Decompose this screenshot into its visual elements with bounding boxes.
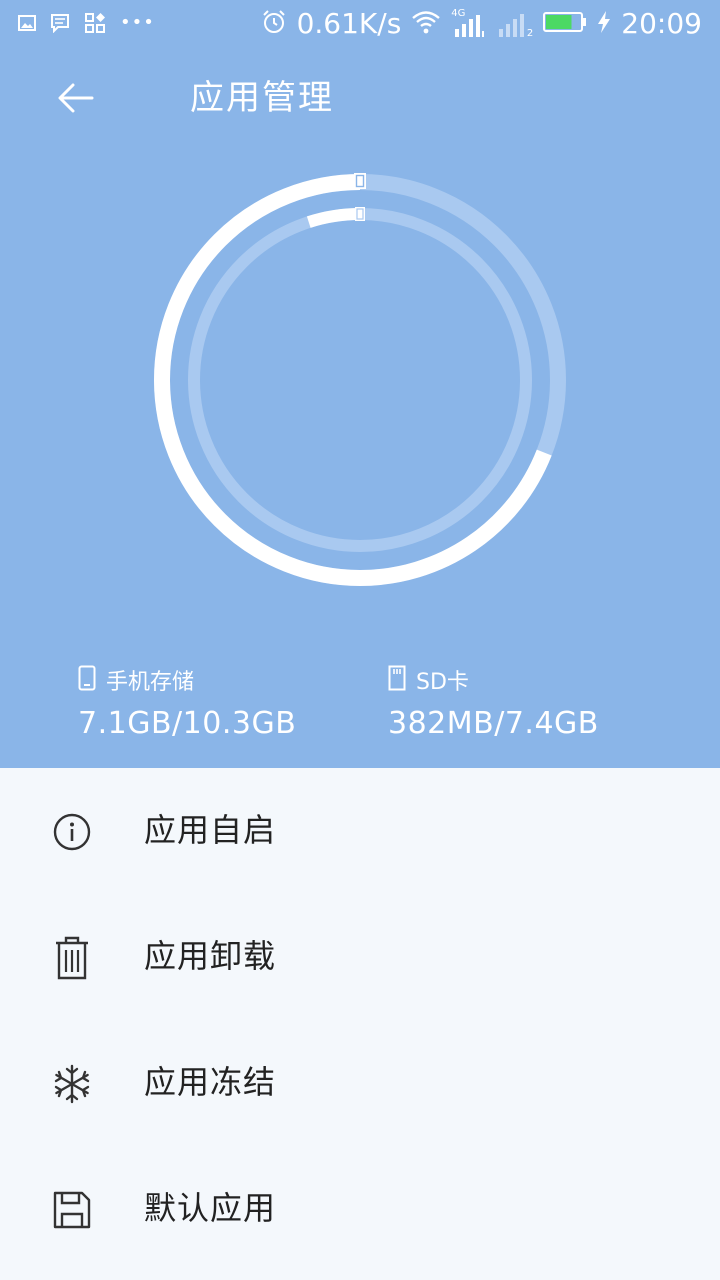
sd-storage-value: 382MB/7.4GB (388, 706, 599, 741)
phone-ring-marker-icon (354, 173, 366, 189)
phone-icon (78, 665, 96, 695)
battery-icon (543, 11, 587, 37)
status-bar: ••• 0.61K/s 4G 2 20:09 (0, 0, 720, 50)
menu-item-freeze[interactable]: 应用冻结 (0, 1020, 720, 1146)
image-notification-icon (18, 14, 36, 36)
snowflake-icon (50, 1062, 94, 1106)
menu-item-label: 应用冻结 (144, 1063, 277, 1101)
sd-storage-track (188, 208, 532, 552)
message-notification-icon (50, 13, 70, 37)
save-icon (50, 1188, 94, 1232)
menu-item-uninstall[interactable]: 应用卸载 (0, 894, 720, 1020)
arrow-left-icon (58, 83, 94, 113)
info-icon (50, 810, 94, 854)
phone-storage-info: 手机存储 7.1GB/10.3GB (78, 662, 296, 741)
sd-card-icon (388, 665, 406, 695)
sd-storage-label: SD卡 (416, 670, 469, 695)
phone-storage-value: 7.1GB/10.3GB (78, 706, 297, 741)
storage-ring-chart (150, 170, 570, 590)
back-button[interactable] (44, 66, 108, 130)
wifi-icon (411, 10, 441, 38)
status-notifications: ••• (18, 12, 155, 38)
trash-icon (50, 936, 94, 980)
header-panel: ••• 0.61K/s 4G 2 20:09 应用管理 手机存储 7.1GB/1… (0, 0, 720, 768)
menu-item-label: 应用卸载 (144, 937, 277, 975)
menu-item-default-apps[interactable]: 默认应用 (0, 1146, 720, 1272)
signal-sim2-icon: 2 (497, 9, 533, 39)
menu-item-label: 应用自启 (144, 811, 277, 849)
network-speed: 0.61K/s (296, 7, 402, 40)
more-notifications-icon: ••• (120, 11, 155, 33)
page-title: 应用管理 (190, 78, 334, 118)
sd-storage-info: SD卡 382MB/7.4GB (388, 662, 599, 741)
signal-4g-icon: 4G (451, 9, 487, 39)
phone-storage-label: 手机存储 (106, 670, 195, 695)
menu-item-label: 默认应用 (144, 1189, 277, 1227)
menu-item-auto-start[interactable]: 应用自启 (0, 768, 720, 894)
clock: 20:09 (621, 7, 702, 40)
sd-ring-marker-icon (355, 207, 365, 221)
status-indicators: 0.61K/s 4G 2 20:09 (261, 6, 702, 42)
alarm-icon (261, 9, 287, 39)
charging-icon (597, 10, 611, 38)
app-management-menu: 应用自启 应用卸载 应用冻结 默认应用 (0, 768, 720, 1272)
app-bar: 应用管理 (0, 50, 720, 146)
sim-slot-label: 2 (526, 28, 534, 39)
apps-notification-icon (84, 12, 106, 38)
